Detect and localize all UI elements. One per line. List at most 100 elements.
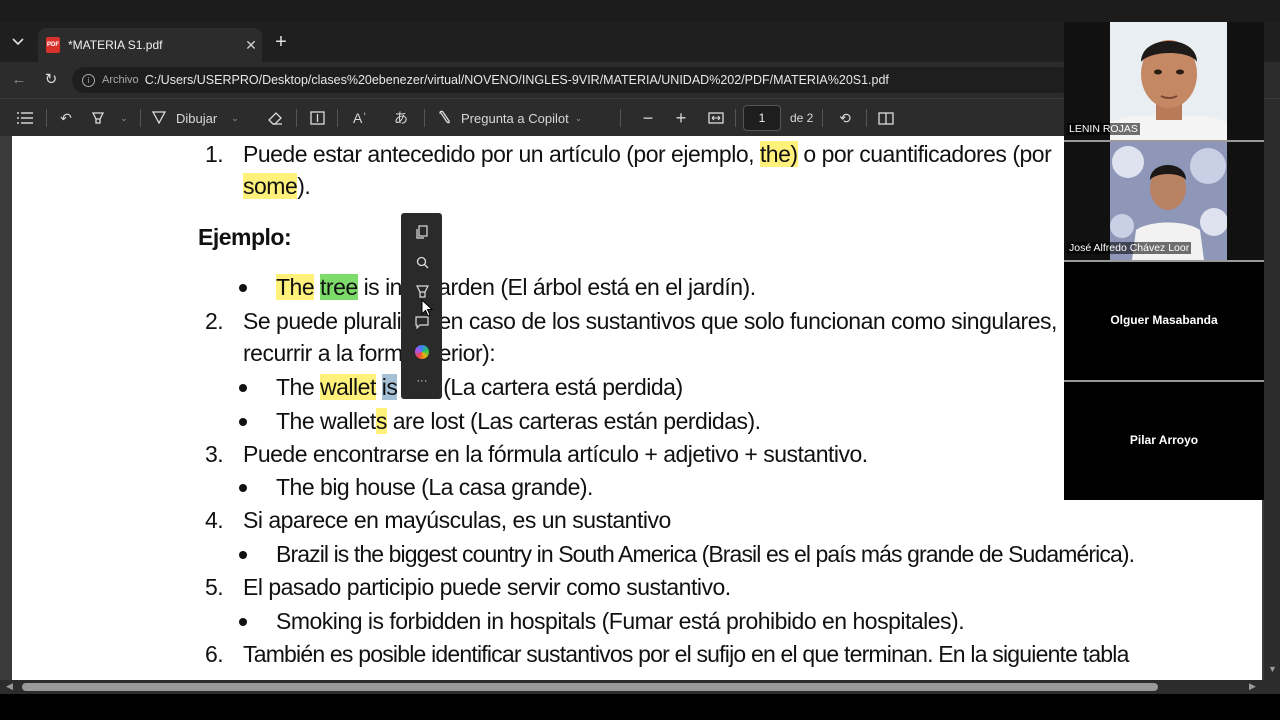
new-tab-plus-icon[interactable]: + xyxy=(270,32,292,54)
highlighter-icon[interactable] xyxy=(88,108,108,128)
url-text[interactable]: C:/Users/USERPRO/Desktop/clases%20ebenez… xyxy=(145,73,889,87)
scroll-down-icon[interactable]: ▼ xyxy=(1268,664,1277,674)
tab-materia-pdf[interactable]: PDF *MATERIA S1.pdf ✕ xyxy=(38,28,262,62)
text-segment: Puede estar antecedido por un artículo (… xyxy=(243,141,760,167)
highlighted-text: some xyxy=(243,173,298,199)
participant-tile[interactable]: José Alfredo Chávez Loor xyxy=(1064,142,1264,260)
bullet xyxy=(239,618,247,626)
participant-name: Pilar Arroyo xyxy=(1129,433,1199,447)
more-icon[interactable]: ··· xyxy=(411,370,433,392)
highlighted-text: tree xyxy=(320,274,358,300)
read-aloud-icon[interactable]: Aʾ xyxy=(350,108,370,128)
example-3: The wallets are lost (Las carteras están… xyxy=(276,408,761,435)
list-number: 2. xyxy=(205,308,224,334)
undo-icon[interactable]: ↶ xyxy=(56,108,76,128)
bullet xyxy=(239,384,247,392)
zoom-out-icon[interactable]: − xyxy=(638,108,658,128)
list-item-2-line-2: recurrir a la form terior): xyxy=(243,340,496,367)
info-icon[interactable]: i xyxy=(82,73,95,87)
list-item-2-line-1: Se puede plurali (en caso de los sustanti… xyxy=(243,308,1057,335)
two-page-icon[interactable] xyxy=(876,108,896,128)
zoom-in-icon[interactable]: + xyxy=(671,108,691,128)
horizontal-scrollbar[interactable]: ◀ ▶ xyxy=(0,680,1280,694)
tab-actions-chevron-down-icon[interactable] xyxy=(6,30,30,54)
scroll-right-icon[interactable]: ▶ xyxy=(1249,681,1256,692)
copy-icon[interactable] xyxy=(411,221,433,243)
example-4: The big house (La casa grande). xyxy=(276,474,593,500)
draw-button[interactable]: Dibujar ⌄ xyxy=(151,108,239,128)
example-5: Brazil is the biggest country in South A… xyxy=(276,541,1135,567)
text-segment: garden (El árbol está en el jardín). xyxy=(425,274,756,300)
textbox-icon[interactable] xyxy=(307,108,327,128)
participant-name: José Alfredo Chávez Loor xyxy=(1067,242,1192,254)
bullet xyxy=(239,484,247,492)
participant-tile[interactable]: Olguer Masabanda xyxy=(1064,262,1264,380)
copilot-icon[interactable] xyxy=(411,341,433,363)
fit-page-icon[interactable] xyxy=(706,108,726,128)
url-scheme-label: Archivo xyxy=(102,74,139,86)
highlighter-chevron-down-icon[interactable]: ⌄ xyxy=(114,108,128,128)
text-segment: o por cuantificadores (por xyxy=(797,141,1052,167)
copilot-label: Pregunta a Copilot xyxy=(461,110,569,126)
text-segment: The wallet xyxy=(276,408,376,434)
text-segment: are lost (Las carteras están perdidas). xyxy=(386,408,761,434)
page-number-input[interactable]: 1 xyxy=(743,105,781,131)
list-item-4: Si aparece en mayúsculas, es un sustanti… xyxy=(243,507,671,533)
text-segment: recurrir a la form xyxy=(243,340,403,366)
list-icon[interactable] xyxy=(15,108,35,128)
draw-icon xyxy=(151,110,167,127)
pdf-file-icon: PDF xyxy=(46,37,60,53)
vertical-scrollbar[interactable]: ▼ xyxy=(1264,136,1280,680)
highlighted-text: s xyxy=(375,408,387,434)
text-segment: (en caso de los sustantivos que solo fun… xyxy=(431,308,1057,334)
draw-label: Dibujar xyxy=(176,110,218,126)
page-total-label: de 2 xyxy=(790,111,814,125)
bullet xyxy=(239,284,247,292)
rotate-icon[interactable]: ⟲ xyxy=(835,108,855,128)
scroll-left-icon[interactable]: ◀ xyxy=(6,681,13,692)
eraser-icon[interactable] xyxy=(265,108,285,128)
tab-title: *MATERIA S1.pdf xyxy=(68,38,163,52)
search-icon[interactable] xyxy=(411,251,433,273)
list-item-5: El pasado participio puede servir como s… xyxy=(243,574,731,600)
list-number: 4. xyxy=(205,507,224,533)
example-heading: Ejemplo: xyxy=(198,224,292,250)
highlighted-text: wallet xyxy=(320,374,376,400)
video-call-panel: LENIN ROJAS José Alfredo Chávez Loor Olg… xyxy=(1064,22,1264,500)
back-icon[interactable]: ← xyxy=(8,69,30,91)
list-item-3: Puede encontrarse en la fórmula artículo… xyxy=(243,441,868,467)
highlighted-text: is xyxy=(381,374,398,400)
example-1: The tree is in garden (El árbol está en … xyxy=(276,274,756,301)
example-2: The wallet is (La cartera está perdida) xyxy=(276,374,683,401)
refresh-icon[interactable]: ↻ xyxy=(40,69,62,91)
example-6: Smoking is forbidden in hospitals (Fumar… xyxy=(276,608,965,634)
highlighted-text: The xyxy=(276,274,315,300)
text-segment: Se puede plurali xyxy=(243,308,402,334)
list-item-6: También es posible identificar sustantiv… xyxy=(243,641,1129,667)
close-icon[interactable]: ✕ xyxy=(240,37,262,54)
list-number: 6. xyxy=(205,641,224,667)
list-item-1-line-1: Puede estar antecedido por un artículo (… xyxy=(243,141,1052,168)
text-segment: is in xyxy=(363,274,403,300)
bullet xyxy=(239,418,247,426)
highlighted-text: the) xyxy=(759,141,798,167)
horizontal-scroll-thumb[interactable] xyxy=(22,683,1158,691)
address-bar[interactable]: i Archivo C:/Users/USERPRO/Desktop/clase… xyxy=(72,67,1072,93)
text-segment: The xyxy=(276,374,315,400)
participant-tile[interactable]: Pilar Arroyo xyxy=(1064,382,1264,500)
copilot-icon xyxy=(437,109,453,128)
mouse-cursor-icon xyxy=(421,299,433,317)
copilot-button[interactable]: Pregunta a Copilot ⌄ xyxy=(437,108,582,128)
participant-name: LENIN ROJAS xyxy=(1067,123,1140,135)
participant-tile[interactable]: LENIN ROJAS xyxy=(1064,22,1264,140)
participant-name: Olguer Masabanda xyxy=(1110,313,1218,327)
list-item-1-line-2: some). xyxy=(243,173,311,200)
bullet xyxy=(239,551,247,559)
list-number: 5. xyxy=(205,574,224,600)
list-number: 3. xyxy=(205,441,224,467)
bottom-strip xyxy=(0,694,1280,720)
text-segment: ). xyxy=(297,173,311,199)
translate-icon[interactable]: あ xyxy=(391,108,411,128)
text-segment: terior): xyxy=(432,340,496,366)
text-segment: (La cartera está perdida) xyxy=(443,374,683,400)
